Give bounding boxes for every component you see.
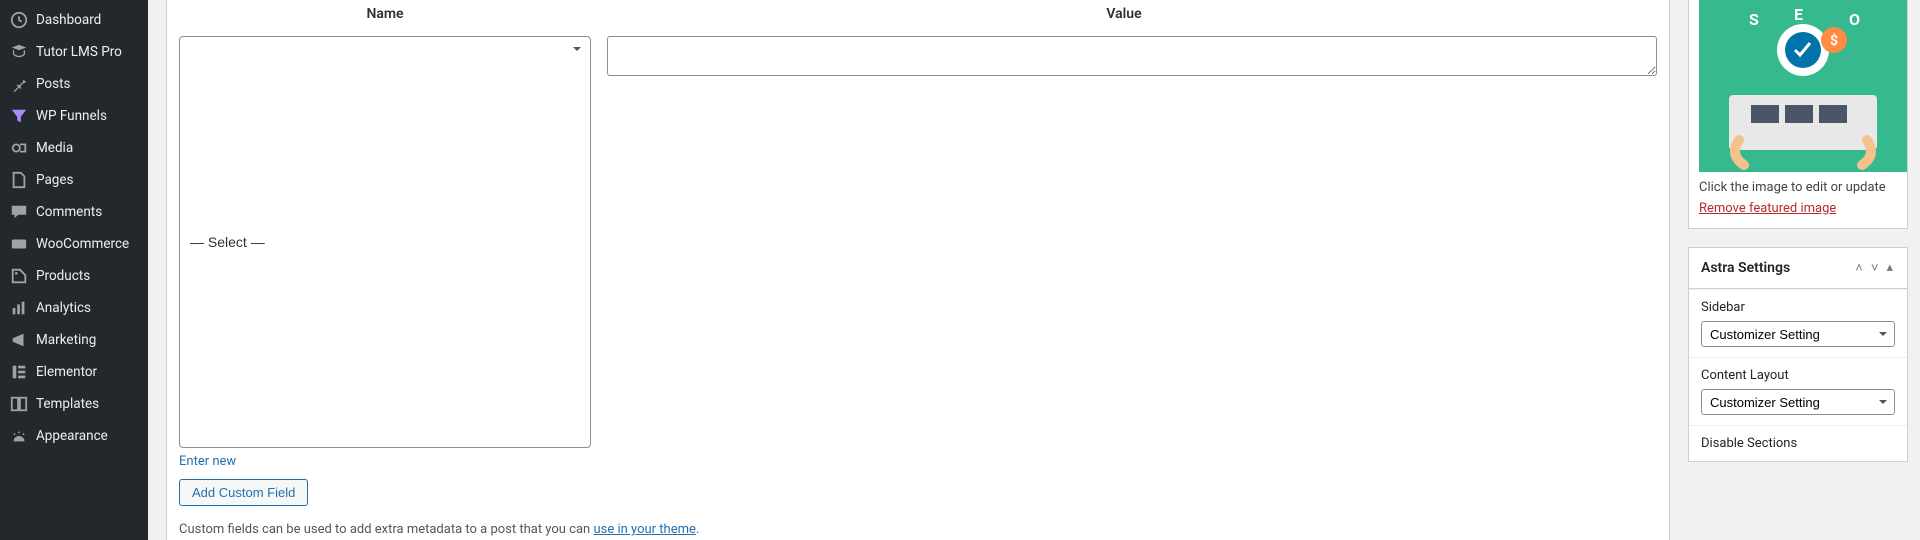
add-custom-field-button[interactable]: Add Custom Field <box>179 479 308 506</box>
sidebar-label: Dashboard <box>36 12 101 28</box>
sidebar-label: Appearance <box>36 428 108 444</box>
tutor-icon <box>10 43 28 61</box>
enter-new-link[interactable]: Enter new <box>179 454 591 469</box>
appearance-icon <box>10 427 28 445</box>
cf-name-header: Name <box>179 6 591 22</box>
sidebar-item-elementor[interactable]: Elementor <box>0 356 148 388</box>
astra-layout-select[interactable]: Customizer Setting <box>1701 389 1895 415</box>
metabox-down-icon[interactable]: ˅ <box>1869 258 1881 278</box>
custom-fields-metabox: Name Value — Select — Enter new Add Cust… <box>166 0 1670 540</box>
cf-value-header: Value <box>591 6 1657 22</box>
remove-featured-image-link[interactable]: Remove featured image <box>1699 201 1836 216</box>
dashboard-icon <box>10 11 28 29</box>
svg-text:$: $ <box>1830 32 1838 49</box>
custom-fields-header-row: Name Value <box>167 0 1669 28</box>
sidebar-item-marketing[interactable]: Marketing <box>0 324 148 356</box>
sidebar-label: WooCommerce <box>36 236 129 252</box>
astra-disable-label: Disable Sections <box>1701 436 1895 451</box>
astra-settings-metabox: Astra Settings ˄ ˅ ▴ Sidebar Customizer … <box>1688 247 1908 462</box>
sidebar-item-wp-funnels[interactable]: WP Funnels <box>0 100 148 132</box>
sidebar-item-analytics[interactable]: Analytics <box>0 292 148 324</box>
sidebar-label: Comments <box>36 204 102 220</box>
custom-field-name-select[interactable]: — Select — <box>179 36 591 448</box>
sidebar-label: Templates <box>36 396 99 412</box>
elementor-icon <box>10 363 28 381</box>
sidebar-label: Posts <box>36 76 70 92</box>
analytics-icon <box>10 299 28 317</box>
astra-sidebar-label: Sidebar <box>1701 300 1895 315</box>
sidebar-item-media[interactable]: Media <box>0 132 148 164</box>
sidebar-item-pages[interactable]: Pages <box>0 164 148 196</box>
sidebar-item-tutor-lms[interactable]: Tutor LMS Pro <box>0 36 148 68</box>
svg-text:O: O <box>1849 10 1860 29</box>
pages-icon <box>10 171 28 189</box>
sidebar-label: Products <box>36 268 90 284</box>
sidebar-label: Analytics <box>36 300 91 316</box>
products-icon <box>10 267 28 285</box>
sidebar-item-products[interactable]: Products <box>0 260 148 292</box>
sidebar-item-woocommerce[interactable]: WooCommerce <box>0 228 148 260</box>
svg-text:E: E <box>1794 5 1803 24</box>
marketing-icon <box>10 331 28 349</box>
featured-image-metabox: $ S E O Click the image to edit or update R… <box>1688 0 1908 229</box>
sidebar-item-posts[interactable]: Posts <box>0 68 148 100</box>
sidebar-item-comments[interactable]: Comments <box>0 196 148 228</box>
sidebar-item-appearance[interactable]: Appearance <box>0 420 148 452</box>
astra-title: Astra Settings <box>1701 260 1790 276</box>
use-in-theme-link[interactable]: use in your theme <box>593 522 695 537</box>
templates-icon <box>10 395 28 413</box>
funnel-icon <box>10 107 28 125</box>
svg-text:S: S <box>1749 10 1759 29</box>
sidebar-label: Pages <box>36 172 74 188</box>
comments-icon <box>10 203 28 221</box>
metabox-up-icon[interactable]: ˄ <box>1853 258 1865 278</box>
astra-layout-label: Content Layout <box>1701 368 1895 383</box>
media-icon <box>10 139 28 157</box>
sidebar-label: WP Funnels <box>36 108 107 124</box>
astra-sidebar-select[interactable]: Customizer Setting <box>1701 321 1895 347</box>
sidebar-item-dashboard[interactable]: Dashboard <box>0 4 148 36</box>
custom-fields-helper: Custom fields can be used to add extra m… <box>179 514 1657 537</box>
custom-field-value-input[interactable] <box>607 36 1657 76</box>
woocommerce-icon <box>10 235 28 253</box>
featured-image-thumbnail[interactable]: $ S E O <box>1699 0 1907 172</box>
sidebar-label: Media <box>36 140 73 156</box>
sidebar-item-templates[interactable]: Templates <box>0 388 148 420</box>
sidebar-label: Tutor LMS Pro <box>36 44 122 60</box>
sidebar-label: Elementor <box>36 364 97 380</box>
sidebar-label: Marketing <box>36 332 96 348</box>
admin-sidebar: Dashboard Tutor LMS Pro Posts WP Funnels… <box>0 0 148 540</box>
metabox-collapse-icon[interactable]: ▴ <box>1884 258 1895 278</box>
featured-image-edit-text: Click the image to edit or update <box>1699 180 1897 195</box>
pin-icon <box>10 75 28 93</box>
